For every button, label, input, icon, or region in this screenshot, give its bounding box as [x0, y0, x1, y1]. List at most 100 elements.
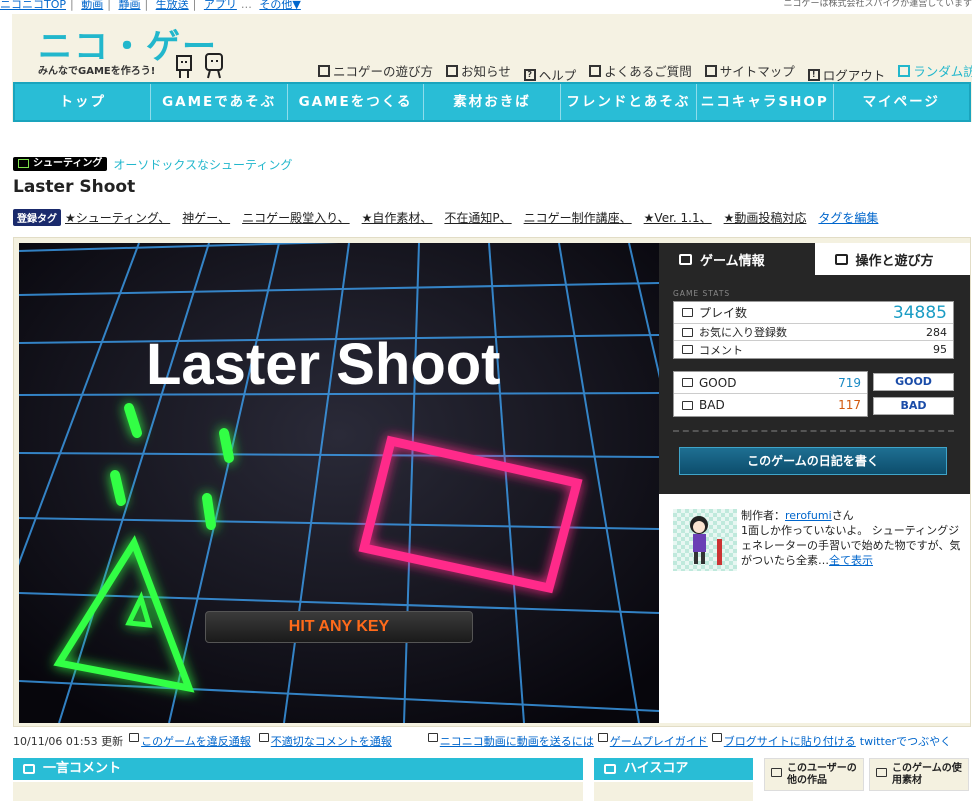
- game-info-panel: ゲーム情報 操作と遊び方 GAME STATS プレイ数 34885 お気に入り登…: [659, 243, 970, 723]
- tab-materials[interactable]: このゲームの使用素材: [869, 758, 969, 791]
- game-stats-label: GAME STATS: [673, 289, 731, 298]
- topbar-link-seiga[interactable]: 静画: [118, 0, 140, 11]
- show-all-link[interactable]: 全て表示: [829, 554, 873, 567]
- sitemap-icon: [704, 64, 717, 77]
- good-icon: [682, 378, 693, 387]
- topbar-link-video[interactable]: 動画: [81, 0, 103, 11]
- tag-item[interactable]: ★自作素材、: [362, 209, 433, 226]
- game-info-icon: [679, 253, 692, 265]
- hiscore-section-header: ハイスコア: [594, 758, 753, 780]
- stat-good: GOOD 719: [674, 372, 867, 394]
- creator-info: 制作者：rerofumiさん 1面しか作っていないよ。 シューティングジェネレー…: [741, 509, 961, 567]
- plays-value: 34885: [892, 302, 947, 323]
- creator-avatar[interactable]: [673, 509, 737, 571]
- topbar-more-menu[interactable]: その他▼: [259, 0, 300, 11]
- topbar-link-app[interactable]: アプリ: [204, 0, 237, 11]
- nav-shop[interactable]: ニコキャラSHOP: [697, 84, 834, 120]
- tag-list: 登録タグ ★シューティング、 神ゲー、 ニコゲー殿堂入り、 ★自作素材、 不在通…: [13, 209, 878, 226]
- tab-other-works[interactable]: このユーザーの他の作品: [764, 758, 864, 791]
- edit-tags-link[interactable]: タグを編集: [818, 209, 878, 226]
- tag-item[interactable]: ニコゲー制作講座、: [524, 209, 632, 226]
- page-title: Laster Shoot: [13, 177, 136, 197]
- tag-item[interactable]: ニコゲー殿堂入り、: [242, 209, 350, 226]
- tag-item[interactable]: 神ゲー、: [182, 209, 230, 226]
- util-sitemap[interactable]: サイトマップ: [704, 61, 795, 80]
- comments-value: 95: [933, 343, 947, 356]
- bad-value: 117: [838, 398, 861, 412]
- hiscore-section-body: [594, 782, 753, 801]
- report-game-link[interactable]: このゲームを違反通報: [141, 733, 251, 749]
- game-screen[interactable]: Laster Shoot HIT ANY KEY: [19, 243, 659, 723]
- util-faq[interactable]: よくあるご質問: [589, 61, 692, 80]
- tag-item[interactable]: ★Ver. 1.1、: [644, 209, 712, 226]
- topbar-link-top[interactable]: ニコニコTOP: [0, 0, 66, 11]
- util-random[interactable]: ランダム訪問: [898, 61, 972, 80]
- updated-date: 10/11/06 01:53 更新: [13, 735, 124, 748]
- creator-box: 制作者：rerofumiさん 1面しか作っていないよ。 シューティングジェネレー…: [659, 494, 970, 723]
- stat-favorites: お気に入り登録数 284: [674, 324, 953, 341]
- util-news[interactable]: お知らせ: [446, 61, 511, 80]
- vote-box: GOOD 719 BAD 117: [673, 371, 868, 417]
- news-icon: [446, 64, 458, 77]
- favorite-icon: [682, 327, 693, 337]
- genre-badge[interactable]: シューティング: [13, 157, 108, 171]
- favorites-value: 284: [926, 325, 947, 339]
- game-actions-line: 10/11/06 01:53 更新 このゲームを違反通報 不適切なコメントを通報…: [13, 733, 972, 749]
- nav-materials[interactable]: 素材おきば: [424, 84, 561, 120]
- play-icon: [682, 308, 693, 317]
- side-tabs: ゲーム情報 操作と遊び方: [659, 243, 970, 275]
- twitter-link[interactable]: twitterでつぶやく: [860, 733, 951, 749]
- write-diary-button[interactable]: このゲームの日記を書く: [679, 447, 947, 475]
- stat-plays: プレイ数 34885: [674, 302, 953, 324]
- tab-game-info[interactable]: ゲーム情報: [659, 243, 815, 275]
- stat-bad: BAD 117: [674, 394, 867, 416]
- blog-embed-link[interactable]: ブログサイトに貼り付ける: [724, 733, 856, 749]
- nav-friends[interactable]: フレンドとあそぶ: [561, 84, 698, 120]
- materials-icon: [876, 768, 887, 777]
- utility-nav: ニコゲーの遊び方 お知らせ ? ヘルプ よくあるご質問 サイトマップ ! ログアウト…: [318, 61, 972, 84]
- hit-any-key-prompt[interactable]: HIT ANY KEY: [205, 611, 473, 643]
- stat-comments: コメント 95: [674, 341, 953, 358]
- send-video-link[interactable]: ニコニコ動画に動画を送るには: [440, 733, 594, 749]
- util-howto[interactable]: ニコゲーの遊び方: [318, 61, 433, 80]
- divider: [673, 430, 954, 432]
- tag-item[interactable]: ★動画投稿対応: [724, 209, 807, 226]
- tag-item[interactable]: 不在通知P、: [444, 209, 511, 226]
- good-button[interactable]: GOOD: [873, 373, 954, 391]
- guide-icon: [597, 733, 608, 742]
- game-panel: Laster Shoot HIT ANY KEY ゲーム情報 操作と遊び方 GA…: [13, 237, 971, 727]
- stats-box: プレイ数 34885 お気に入り登録数 284 コメント 95: [673, 301, 954, 359]
- operator-notice: ニコゲーは株式会社スパイクが運営しています: [783, 0, 972, 9]
- genre-line: シューティング オーソドックスなシューティング: [13, 157, 292, 172]
- howto-icon: [318, 64, 330, 77]
- play-guide-link[interactable]: ゲームプレイガイド: [610, 733, 708, 749]
- blog-icon: [711, 733, 722, 742]
- nav-mypage[interactable]: マイページ: [834, 84, 969, 120]
- niconico-topbar: ニコニコTOP | 動画 | 静画 | 生放送 | アプリ… その他▼ ニコゲーは株式会…: [0, 0, 972, 11]
- game-grid-art: [19, 243, 659, 723]
- controls-icon: [834, 253, 848, 265]
- tag-item[interactable]: ★シューティング、: [65, 209, 170, 226]
- shooting-icon: [18, 159, 29, 168]
- nav-top[interactable]: トップ: [15, 84, 152, 120]
- nav-play[interactable]: GAMEであそぶ: [151, 84, 288, 120]
- comment-section-header: 一言コメント: [13, 758, 583, 780]
- video-icon: [427, 733, 438, 742]
- report-comment-icon: [258, 733, 269, 742]
- comment-section-icon: [23, 764, 35, 774]
- good-value: 719: [838, 375, 861, 390]
- faq-icon: [589, 64, 602, 77]
- hiscore-icon: [604, 764, 616, 774]
- topbar-link-live[interactable]: 生放送: [156, 0, 189, 11]
- nav-create[interactable]: GAMEをつくる: [288, 84, 425, 120]
- bad-button[interactable]: BAD: [873, 397, 954, 415]
- report-icon: [129, 733, 140, 742]
- bad-icon: [682, 400, 693, 410]
- creator-name-link[interactable]: rerofumi: [785, 509, 832, 522]
- report-comment-link[interactable]: 不適切なコメントを通報: [271, 733, 392, 749]
- tag-label: 登録タグ: [13, 209, 61, 226]
- random-icon: [898, 64, 911, 77]
- comment-section-body: [13, 782, 583, 801]
- tab-controls[interactable]: 操作と遊び方: [814, 243, 970, 275]
- game-screen-title: Laster Shoot: [146, 332, 501, 397]
